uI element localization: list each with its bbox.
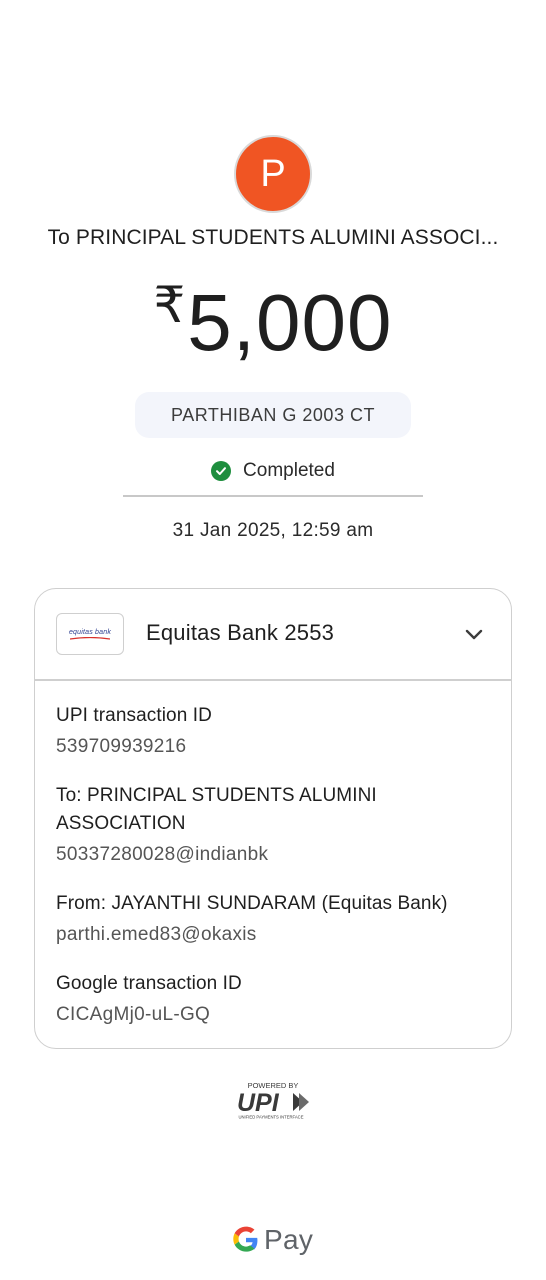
check-circle-icon [211, 461, 232, 481]
detail-label: From: JAYANTHI SUNDARAM (Equitas Bank) [56, 893, 448, 914]
payment-status: Completed [0, 460, 546, 482]
payment-note-chip: PARTHIBAN G 2003 CT [135, 392, 411, 438]
detail-value[interactable]: 50337280028@indianbk [56, 841, 491, 869]
avatar-letter: P [260, 152, 286, 195]
google-pay-logo: Pay [232, 1222, 316, 1258]
detail-from: From: JAYANTHI SUNDARAM (Equitas Bank) p… [56, 890, 491, 949]
upi-logo: POWERED BY UPI UNIFIED PAYMENTS INTERFAC… [237, 1081, 309, 1120]
google-g-icon [233, 1226, 258, 1252]
chevron-down-icon[interactable] [463, 623, 485, 645]
payee-title: To PRINCIPAL STUDENTS ALUMINI ASSOCI... [47, 226, 499, 249]
detail-label: Google transaction ID [56, 973, 242, 994]
detail-upi-transaction-id: UPI transaction ID 539709939216 [56, 702, 491, 761]
gpay-label: Pay [264, 1224, 314, 1255]
detail-to: To: PRINCIPAL STUDENTS ALUMINI ASSOCIATI… [56, 782, 491, 869]
transaction-details-card: equitas bank Equitas Bank 2553 UPI trans… [34, 588, 512, 1049]
status-divider [123, 495, 423, 497]
card-divider [35, 679, 511, 681]
status-label: Completed [243, 460, 335, 481]
detail-value[interactable]: parthi.emed83@okaxis [56, 921, 491, 949]
amount-value: 5,000 [187, 278, 393, 367]
bank-account-name: Equitas Bank 2553 [146, 620, 335, 645]
upi-tagline: UNIFIED PAYMENTS INTERFACE [239, 1115, 304, 1120]
detail-label: To: PRINCIPAL STUDENTS ALUMINI ASSOCIATI… [56, 785, 377, 834]
bank-logo-text: equitas bank [68, 628, 112, 636]
currency-symbol: ₹ [153, 276, 186, 334]
detail-google-transaction-id: Google transaction ID CICAgMj0-uL-GQ [56, 970, 491, 1029]
bank-account-header[interactable]: equitas bank Equitas Bank 2553 [35, 589, 511, 679]
payee-avatar: P [234, 135, 312, 213]
detail-value[interactable]: 539709939216 [56, 733, 491, 761]
detail-label: UPI transaction ID [56, 705, 212, 726]
detail-value[interactable]: CICAgMj0-uL-GQ [56, 1001, 491, 1029]
bank-logo: equitas bank [56, 613, 124, 655]
payment-datetime: 31 Jan 2025, 12:59 am [172, 520, 374, 541]
upi-wordmark: UPI [237, 1089, 280, 1117]
bank-logo-swoosh [70, 636, 110, 640]
payment-amount: ₹5,000 [0, 280, 546, 363]
payment-note: PARTHIBAN G 2003 CT [171, 404, 375, 425]
